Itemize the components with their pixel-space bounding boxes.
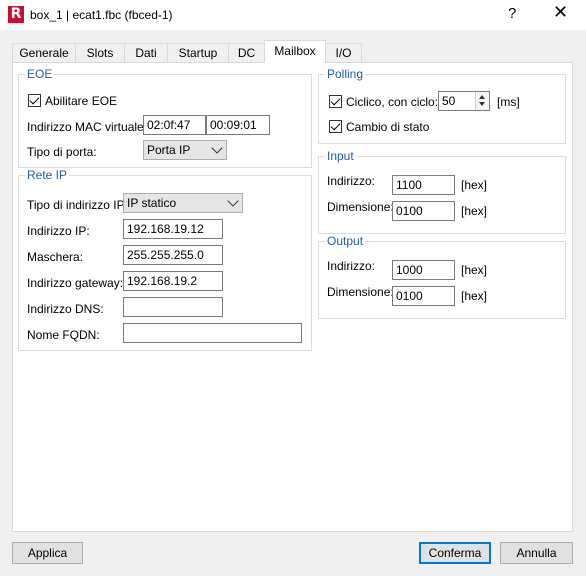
input-size-unit: [hex] [461,204,488,218]
spin-down-icon[interactable] [479,102,485,106]
cyclic-checkbox[interactable] [329,95,342,108]
tab-io[interactable]: I/O [325,43,362,62]
help-button[interactable]: ? [508,5,516,22]
input-size-input[interactable]: 0100 [392,201,455,221]
input-size-label: Dimensione: [327,200,394,214]
output-size-label: Dimensione: [327,285,394,299]
cycle-value-input[interactable]: 50 [438,91,490,111]
app-logo-icon: R [8,6,24,23]
dns-input[interactable] [123,297,223,317]
mask-input[interactable]: 255.255.255.0 [123,245,223,265]
mac-address-label: Indirizzo MAC virtuale: [27,120,148,134]
tab-mailbox[interactable]: Mailbox [264,40,326,63]
port-type-value: Porta IP [147,143,191,157]
state-change-checkbox[interactable] [329,120,342,133]
output-group-title: Output [325,234,366,248]
mask-label: Maschera: [27,250,84,264]
eoe-group: EOE Abilitare EOE Indirizzo MAC virtuale… [18,67,312,168]
eoe-group-title: EOE [25,67,55,81]
title-bar: R box_1 | ecat1.fbc (fbced-1) ? ✕ [0,0,586,30]
rete-ip-group: Rete IP Tipo di indirizzo IP: IP statico… [18,168,312,351]
chevron-down-icon [227,195,239,207]
confirm-button[interactable]: Conferma [419,542,491,564]
tab-dc[interactable]: DC [228,43,265,62]
spin-up-icon[interactable] [479,95,485,99]
gateway-input[interactable]: 192.168.19.2 [123,271,223,291]
enable-eoe-label: Abilitare EOE [45,94,118,108]
input-address-unit: [hex] [461,178,488,192]
input-group-title: Input [325,149,356,163]
cycle-unit: [ms] [497,95,520,109]
input-group: Input Indirizzo: 1100 [hex] Dimensione: … [318,149,566,234]
chevron-down-icon [211,142,223,154]
output-size-unit: [hex] [461,289,488,303]
ip-address-label: Indirizzo IP: [27,224,90,238]
tab-startup[interactable]: Startup [167,43,229,62]
port-type-label: Tipo di porta: [27,145,97,159]
window-title: box_1 | ecat1.fbc (fbced-1) [30,8,173,22]
ip-type-value: IP statico [127,196,177,210]
rete-ip-group-title: Rete IP [25,168,70,182]
output-group: Output Indirizzo: 1000 [hex] Dimensione:… [318,234,566,319]
state-change-label: Cambio di stato [346,120,430,134]
dns-label: Indirizzo DNS: [27,302,104,316]
fqdn-input[interactable] [123,323,302,343]
input-address-label: Indirizzo: [327,174,376,188]
cycle-value: 50 [442,94,456,108]
output-size-input[interactable]: 0100 [392,286,455,306]
output-address-unit: [hex] [461,263,488,277]
gateway-label: Indirizzo gateway: [27,276,124,290]
polling-group-title: Polling [325,67,366,81]
ip-address-input[interactable]: 192.168.19.12 [123,219,223,239]
ip-type-label: Tipo di indirizzo IP: [27,198,128,212]
output-address-label: Indirizzo: [327,259,376,273]
mac-address-part2-input[interactable]: 00:09:01 [206,115,270,135]
input-address-input[interactable]: 1100 [392,175,455,195]
cancel-button[interactable]: Annulla [500,542,573,564]
tab-panel-mailbox: EOE Abilitare EOE Indirizzo MAC virtuale… [12,62,573,532]
port-type-select[interactable]: Porta IP [143,140,227,160]
close-button[interactable]: ✕ [553,2,568,23]
tab-slots[interactable]: Slots [75,43,125,62]
cycle-spinner[interactable] [475,92,489,110]
tab-dati[interactable]: Dati [124,43,168,62]
fqdn-label: Nome FQDN: [27,328,100,342]
cyclic-label: Ciclico, con ciclo: [346,95,439,109]
ip-type-select[interactable]: IP statico [123,193,243,213]
tab-generale[interactable]: Generale [12,43,76,62]
polling-group: Polling Ciclico, con ciclo: 50 [ms] Camb… [318,67,566,144]
output-address-input[interactable]: 1000 [392,260,455,280]
enable-eoe-checkbox[interactable] [28,94,41,107]
apply-button[interactable]: Applica [12,542,83,564]
mac-address-part1-input[interactable]: 02:0f:47 [143,115,206,135]
